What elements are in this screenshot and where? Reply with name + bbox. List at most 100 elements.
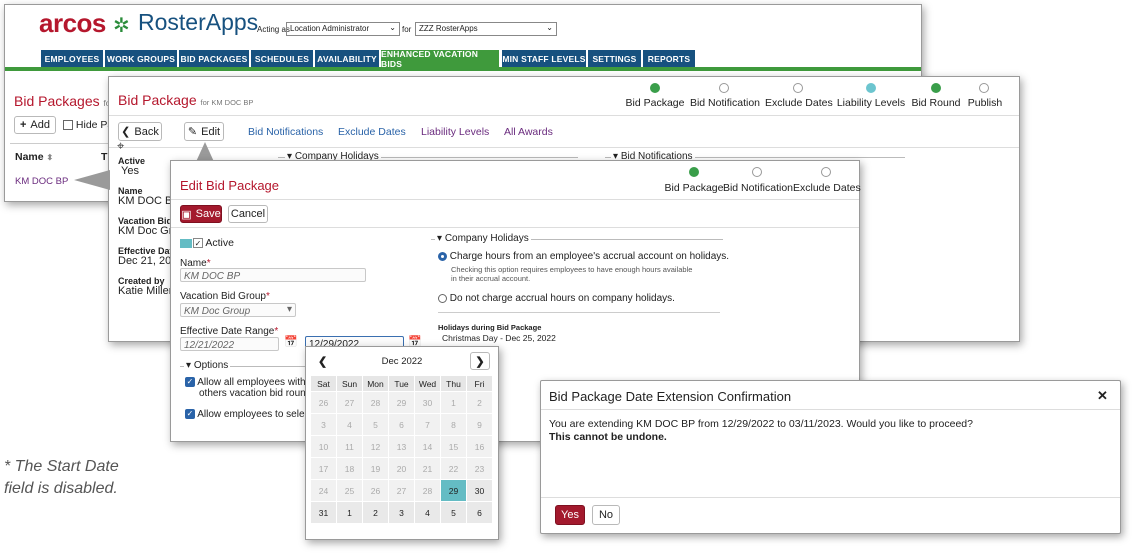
chevron-left-icon: ❮ bbox=[121, 126, 131, 138]
close-icon[interactable]: ✕ bbox=[1097, 388, 1108, 404]
toggle-icon bbox=[180, 238, 192, 248]
calendar-day: 10 bbox=[310, 435, 337, 458]
table-row[interactable]: KM DOC BP bbox=[15, 176, 68, 187]
org-select[interactable]: ZZZ RosterApps ⌄ bbox=[415, 22, 557, 36]
vbg-select-value: KM Doc Group bbox=[184, 306, 251, 317]
dialog-divider bbox=[541, 409, 1120, 410]
name-field[interactable]: KM DOC BP bbox=[180, 268, 366, 282]
dialog-title: Bid Package Date Extension Confirmation bbox=[549, 389, 792, 404]
tab-exclude-dates[interactable]: Exclude Dates bbox=[338, 126, 406, 138]
role-select[interactable]: Location Administrator ⌄ bbox=[286, 22, 400, 36]
cancel-button[interactable]: Cancel bbox=[228, 205, 268, 223]
edit-step-exclude-dates[interactable]: Exclude Dates bbox=[793, 182, 861, 194]
step-dot-bid-round bbox=[931, 83, 941, 93]
calendar-day[interactable]: 6 bbox=[466, 501, 493, 524]
holidays-legend[interactable]: ▾ Company Holidays bbox=[435, 233, 531, 244]
active-toggle-label: Active bbox=[205, 237, 234, 249]
sort-icon: ⬍ bbox=[46, 153, 54, 162]
gear-logo-icon: ✲ bbox=[113, 15, 130, 37]
calendar-day[interactable]: 29 bbox=[440, 479, 467, 502]
vbg-select[interactable]: KM Doc Group ▾ bbox=[180, 303, 296, 317]
col-name-header[interactable]: Name ⬍ bbox=[15, 151, 53, 163]
calendar-day: 17 bbox=[310, 457, 337, 480]
calendar-day: 23 bbox=[466, 457, 493, 480]
yes-button[interactable]: Yes bbox=[555, 505, 585, 525]
save-button[interactable]: ▣ Save bbox=[180, 205, 222, 223]
step-bid-package[interactable]: Bid Package bbox=[620, 97, 690, 109]
radio-no-charge[interactable]: Do not charge accrual hours on company h… bbox=[438, 293, 675, 304]
add-button[interactable]: + Add bbox=[14, 116, 56, 134]
calendar-icon: 📅 bbox=[284, 336, 298, 348]
next-month-button[interactable]: ❯ bbox=[470, 352, 490, 370]
active-value: Yes bbox=[121, 165, 139, 177]
active-toggle[interactable]: ✓ Active bbox=[180, 237, 234, 249]
tab-all-awards[interactable]: All Awards bbox=[504, 126, 553, 138]
step-publish[interactable]: Publish bbox=[965, 97, 1005, 109]
view-title: Bid Package for KM DOC BP bbox=[118, 92, 254, 108]
nav-enhanced-vacation-bids[interactable]: ENHANCED VACATION BIDS bbox=[381, 49, 499, 69]
calendar-day[interactable]: 2 bbox=[362, 501, 389, 524]
edit-step-bid-package[interactable]: Bid Package bbox=[659, 182, 729, 194]
no-button[interactable]: No bbox=[592, 505, 620, 525]
edit-divider bbox=[171, 199, 859, 200]
dialog-footer-divider bbox=[541, 497, 1120, 498]
tab-bid-notifications[interactable]: Bid Notifications bbox=[248, 126, 323, 138]
list-divider bbox=[10, 143, 110, 144]
confirm-dialog: Bid Package Date Extension Confirmation … bbox=[540, 380, 1121, 534]
calendar-day: 8 bbox=[440, 413, 467, 436]
for-label: for bbox=[402, 25, 412, 34]
back-button[interactable]: ❮ Back bbox=[118, 122, 162, 141]
view-divider bbox=[109, 115, 1019, 116]
step-dot-publish bbox=[979, 83, 989, 93]
options-legend[interactable]: ▾ Options bbox=[184, 360, 231, 371]
edit-step-bid-notification[interactable]: Bid Notification bbox=[720, 182, 796, 194]
calendar-day[interactable]: 4 bbox=[414, 501, 441, 524]
step-bid-round[interactable]: Bid Round bbox=[909, 97, 963, 109]
option-1[interactable]: ✓ Allow all employees withi others vacati… bbox=[185, 377, 311, 399]
option-2[interactable]: ✓ Allow employees to selec bbox=[185, 409, 310, 420]
nav-schedules[interactable]: SCHEDULES bbox=[251, 50, 313, 67]
calendar-day[interactable]: 30 bbox=[466, 479, 493, 502]
nav-employees[interactable]: EMPLOYEES bbox=[41, 50, 103, 67]
step-bid-notification[interactable]: Bid Notification bbox=[687, 97, 763, 109]
back-label: Back bbox=[134, 125, 159, 138]
weekday-header: Sat bbox=[310, 375, 337, 392]
calendar-day[interactable]: 3 bbox=[388, 501, 415, 524]
calendar-day: 28 bbox=[362, 391, 389, 414]
calendar-day: 24 bbox=[310, 479, 337, 502]
nav-bid-packages[interactable]: BID PACKAGES bbox=[179, 50, 249, 67]
chevron-down-icon: ⌄ bbox=[546, 23, 553, 32]
hide-checkbox[interactable]: Hide Pa bbox=[63, 119, 113, 131]
nav-settings[interactable]: SETTINGS bbox=[588, 50, 641, 67]
nav-availability[interactable]: AVAILABILITY bbox=[315, 50, 379, 67]
calendar-day: 27 bbox=[336, 391, 363, 414]
radio-charge[interactable]: Charge hours from an employee's accrual … bbox=[438, 251, 729, 262]
calendar-day: 18 bbox=[336, 457, 363, 480]
calendar-day: 1 bbox=[440, 391, 467, 414]
dialog-message: You are extending KM DOC BP from 12/29/2… bbox=[549, 418, 973, 430]
edit-button[interactable]: ✎ Edit bbox=[184, 122, 224, 141]
calendar-grid: Sat Sun Mon Tue Wed Thu Fri 26 27 28 29 30 1 2 3 4 5 6 7 8… bbox=[310, 375, 493, 524]
calendar-day: 3 bbox=[310, 413, 337, 436]
edit-vbg-label: Vacation Bid Group* bbox=[180, 291, 270, 302]
calendar-day: 26 bbox=[310, 391, 337, 414]
range-label: Effective Date Range* bbox=[180, 326, 279, 337]
save-label: Save bbox=[195, 208, 221, 220]
tab-liability-levels[interactable]: Liability Levels bbox=[421, 126, 489, 138]
calendar-day[interactable]: 31 bbox=[310, 501, 337, 524]
step-dot-exclude-dates bbox=[793, 83, 803, 93]
calendar-day: 22 bbox=[440, 457, 467, 480]
nav-min-staff-levels[interactable]: MIN STAFF LEVELS bbox=[502, 50, 586, 67]
nav-work-groups[interactable]: WORK GROUPS bbox=[105, 50, 177, 67]
nav-reports[interactable]: REPORTS bbox=[643, 50, 695, 67]
step-liability-levels[interactable]: Liability Levels bbox=[836, 97, 906, 109]
dialog-warning: This cannot be undone. bbox=[549, 431, 667, 443]
step-exclude-dates[interactable]: Exclude Dates bbox=[765, 97, 833, 109]
calendar-day: 26 bbox=[362, 479, 389, 502]
plus-icon: + bbox=[19, 119, 27, 131]
calendar-day[interactable]: 1 bbox=[336, 501, 363, 524]
calendar-day[interactable]: 5 bbox=[440, 501, 467, 524]
calendar-day: 25 bbox=[336, 479, 363, 502]
holiday-item: Christmas Day - Dec 25, 2022 bbox=[442, 333, 556, 343]
checkbox-icon bbox=[63, 120, 73, 131]
